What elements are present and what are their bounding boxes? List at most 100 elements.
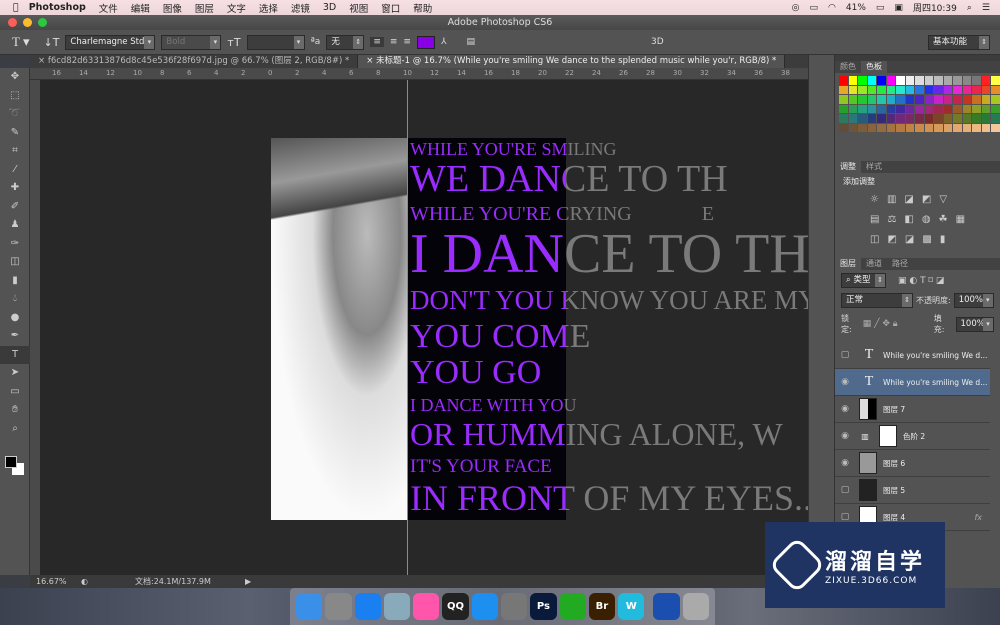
zoom-window-button[interactable] bbox=[38, 18, 47, 27]
color-swatch[interactable] bbox=[858, 114, 867, 123]
3d-button[interactable]: 3D bbox=[651, 37, 664, 47]
menu-3d[interactable]: 3D bbox=[323, 2, 336, 13]
tab-adjustments[interactable]: 调整 bbox=[835, 161, 861, 173]
color-swatch[interactable] bbox=[991, 114, 1000, 123]
tab-styles[interactable]: 样式 bbox=[861, 161, 887, 173]
color-swatch[interactable] bbox=[839, 85, 848, 94]
align-left-button[interactable]: ≡ bbox=[370, 37, 384, 47]
menu-layer[interactable]: 图层 bbox=[195, 1, 214, 15]
color-swatch[interactable] bbox=[915, 104, 924, 113]
tab-document-2[interactable]: × 未标题-1 @ 16.7% (While you're smiling We… bbox=[358, 55, 786, 68]
color-swatch[interactable] bbox=[877, 104, 886, 113]
color-swatch[interactable] bbox=[924, 95, 933, 104]
close-tab-icon[interactable]: × bbox=[38, 56, 48, 66]
color-swatch[interactable] bbox=[924, 85, 933, 94]
color-swatch[interactable] bbox=[991, 95, 1000, 104]
eye-icon[interactable]: ◉ bbox=[835, 377, 855, 387]
color-swatch[interactable] bbox=[972, 123, 981, 132]
color-swatch[interactable] bbox=[981, 123, 990, 132]
dock-item[interactable]: W bbox=[618, 593, 645, 620]
menu-filter[interactable]: 滤镜 bbox=[291, 1, 310, 15]
crop-tool-icon[interactable]: ⌗ bbox=[0, 142, 30, 161]
color-swatch[interactable] bbox=[924, 76, 933, 85]
font-family-select[interactable]: Charlemagne Std ▾ bbox=[65, 34, 156, 50]
color-swatch[interactable] bbox=[848, 123, 857, 132]
history-brush-icon[interactable]: ✑ bbox=[0, 235, 30, 254]
color-swatch[interactable] bbox=[953, 114, 962, 123]
menu-select[interactable]: 选择 bbox=[259, 1, 278, 15]
tab-paths[interactable]: 路径 bbox=[887, 258, 913, 270]
creative-cloud-icon[interactable]: ◎ bbox=[792, 3, 800, 13]
color-swatch[interactable] bbox=[943, 95, 952, 104]
color-swatch[interactable] bbox=[934, 85, 943, 94]
color-swatch[interactable] bbox=[953, 85, 962, 94]
color-swatch[interactable] bbox=[877, 85, 886, 94]
menu-app[interactable]: Photoshop bbox=[29, 2, 86, 13]
fill-field[interactable]: 100% ▾ bbox=[955, 316, 994, 332]
tab-layers[interactable]: 图层 bbox=[835, 258, 861, 270]
color-swatch[interactable] bbox=[981, 114, 990, 123]
filter-type-icons[interactable]: ▣ ◐ T ⌑ ◪ bbox=[898, 276, 944, 286]
opacity-field[interactable]: 100% ▾ bbox=[953, 293, 994, 308]
brush-tool-icon[interactable]: ✐ bbox=[0, 198, 30, 217]
color-swatch[interactable] bbox=[981, 85, 990, 94]
eye-icon[interactable]: ◉ bbox=[835, 404, 855, 414]
layer-fx-icon[interactable]: fx bbox=[974, 513, 982, 522]
layer-row[interactable]: ◉ ▥ 色阶 2 bbox=[835, 423, 990, 450]
lock-icons[interactable]: ▦ ╱ ✥ 🔒︎ bbox=[863, 319, 920, 329]
wifi-icon[interactable]: ◠ bbox=[828, 3, 836, 13]
status-menu-arrow[interactable]: ▶ bbox=[245, 577, 251, 586]
color-swatch[interactable] bbox=[943, 123, 952, 132]
battery-icon[interactable]: ▭ bbox=[876, 3, 885, 13]
color-lookup-icon[interactable]: ▦ bbox=[956, 214, 965, 225]
dock-item[interactable]: Trash bbox=[682, 593, 709, 620]
color-swatch[interactable] bbox=[839, 114, 848, 123]
foreground-color[interactable] bbox=[5, 456, 17, 468]
color-swatch[interactable] bbox=[962, 95, 971, 104]
layer-row[interactable]: ▢ 图层 5 bbox=[835, 477, 990, 504]
color-swatch[interactable] bbox=[886, 76, 895, 85]
align-center-button[interactable]: ≡ bbox=[390, 37, 398, 47]
layer-row[interactable]: ◉ 图层 7 bbox=[835, 396, 990, 423]
blur-tool-icon[interactable]: 💧︎ bbox=[0, 290, 30, 309]
dock-item[interactable]: Word bbox=[653, 593, 680, 620]
gradient-tool-icon[interactable]: ▮ bbox=[0, 272, 30, 291]
color-swatch[interactable] bbox=[934, 76, 943, 85]
color-swatch[interactable] bbox=[848, 76, 857, 85]
hue-sat-icon[interactable]: ▤ bbox=[870, 214, 879, 225]
clock[interactable]: 周四10:39 bbox=[913, 1, 957, 14]
color-swatch[interactable] bbox=[915, 85, 924, 94]
color-swatch[interactable] bbox=[886, 104, 895, 113]
color-swatch[interactable] bbox=[953, 104, 962, 113]
dodge-tool-icon[interactable]: ● bbox=[0, 309, 30, 328]
curves-icon[interactable]: ◪ bbox=[904, 194, 913, 205]
color-swatch[interactable] bbox=[924, 123, 933, 132]
color-swatch[interactable] bbox=[991, 85, 1000, 94]
menu-edit[interactable]: 编辑 bbox=[131, 1, 150, 15]
color-swatch[interactable] bbox=[972, 95, 981, 104]
color-swatch[interactable] bbox=[962, 114, 971, 123]
warp-text-icon[interactable]: ⅄ bbox=[441, 37, 447, 47]
canvas-area[interactable]: While you're smiling We dance to th While … bbox=[40, 80, 808, 575]
brightness-icon[interactable]: ☼ bbox=[870, 194, 879, 205]
color-swatch[interactable] bbox=[858, 95, 867, 104]
dock-item[interactable]: Finder bbox=[296, 593, 323, 620]
type-tool-icon[interactable]: T ▾ bbox=[12, 34, 29, 50]
apple-icon[interactable]:  bbox=[13, 2, 19, 13]
healing-brush-icon[interactable]: ✚ bbox=[0, 179, 30, 198]
color-swatch[interactable] bbox=[972, 114, 981, 123]
menu-help[interactable]: 帮助 bbox=[413, 1, 432, 15]
notification-icon[interactable]: ☰ bbox=[982, 3, 990, 13]
color-swatch[interactable] bbox=[886, 95, 895, 104]
tab-document-1[interactable]: × f6cd82d63313876d8c45e536f28f697d.jpg @… bbox=[30, 55, 359, 68]
color-swatch[interactable] bbox=[934, 104, 943, 113]
toggle-orientation-icon[interactable]: ↓T bbox=[43, 36, 59, 49]
color-swatch[interactable] bbox=[877, 95, 886, 104]
color-swatch[interactable] bbox=[896, 114, 905, 123]
color-swatch[interactable] bbox=[867, 85, 876, 94]
color-swatch[interactable] bbox=[867, 114, 876, 123]
antialias-select[interactable]: 无 ⇕ bbox=[326, 34, 365, 50]
color-swatch[interactable] bbox=[991, 123, 1000, 132]
layer-row[interactable]: ◉ 图层 6 bbox=[835, 450, 990, 477]
color-swatch[interactable] bbox=[924, 114, 933, 123]
